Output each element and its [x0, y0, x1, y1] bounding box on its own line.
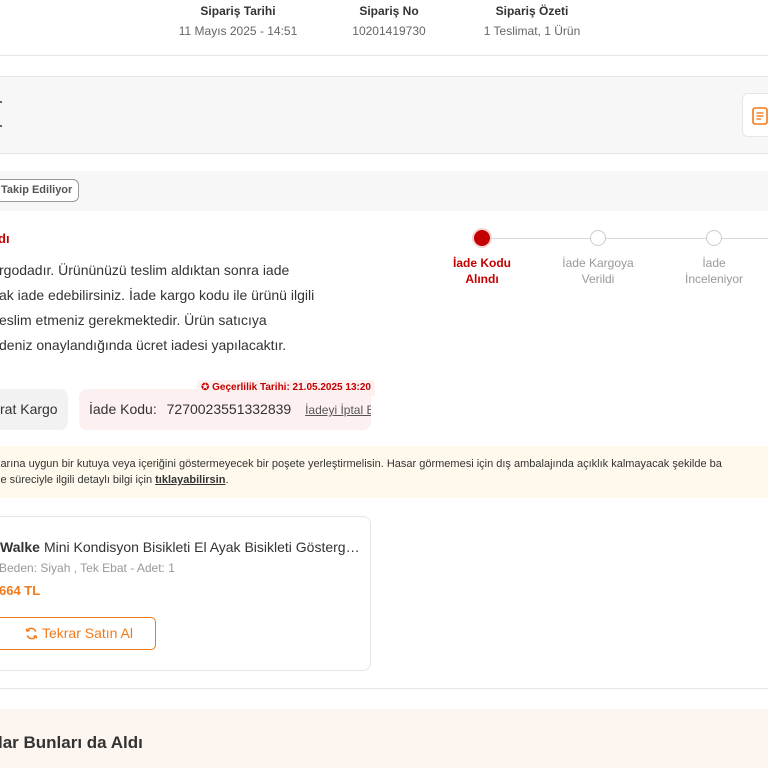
return-description-line: rgodadır. Ürününüzü teslim aldıktan sonr…	[0, 262, 290, 278]
return-code-value: 7270023551332839	[166, 401, 292, 417]
warning-text: le süreciyle ilgili detaylı bilgi için	[0, 474, 156, 486]
order-number-value: 10201419730	[352, 24, 426, 38]
return-code-label: İade Kodu:	[89, 401, 157, 417]
step-reviewing: İade İnceleniyor	[664, 228, 764, 287]
validity-date-badge: ✪ Geçerlilik Tarihi: 21.05.2025 13:20	[197, 380, 375, 396]
step-label-line: Verildi	[581, 272, 615, 286]
product-title[interactable]: Walke Mini Kondisyon Bisikleti El Ayak Bi…	[0, 539, 360, 555]
step-dot	[706, 230, 722, 246]
order-date-value: 11 Mayıs 2025 - 14:51	[178, 24, 298, 38]
packaging-warning: larına uygun bir kutuya veya içeriğini g…	[0, 446, 768, 498]
invoice-button[interactable]	[742, 93, 768, 137]
return-description-line: eslim etmeniz gerekmektedir. Ürün satıcı…	[0, 312, 267, 328]
step-label-line: İade Kargoya	[562, 256, 634, 270]
tracking-badge: Takip Ediliyor	[0, 179, 80, 202]
step-label: İade Kargoya Verildi	[548, 255, 648, 287]
step-dot	[474, 230, 490, 246]
return-status-title: dı	[0, 231, 10, 246]
order-number: Sipariş No 10201419730	[339, 4, 439, 39]
product-brand: Walke	[0, 539, 40, 555]
warning-text: .	[225, 474, 229, 486]
cancel-return-link[interactable]: İadeyi İptal Et	[305, 403, 371, 417]
section-divider	[0, 688, 768, 689]
product-variant: Beden: Siyah , Tek Ebat - Adet: 1	[0, 561, 175, 575]
truncated-text-mark	[0, 101, 2, 103]
return-description: rgodadır. Ürününüzü teslim aldıktan sonr…	[0, 258, 329, 358]
return-progress-steps: İade Kodu Alındı İade Kargoya Verildi İa…	[440, 228, 768, 298]
step-label-line: Alındı	[465, 272, 499, 286]
step-label-line: İade Kodu	[452, 256, 511, 270]
order-date-label: Sipariş Tarihi	[200, 4, 276, 18]
step-code-received: İade Kodu Alındı	[432, 228, 532, 287]
refresh-icon	[25, 627, 38, 640]
order-header: Sipariş Tarihi 11 Mayıs 2025 - 14:51 Sip…	[0, 0, 768, 56]
step-dot	[590, 230, 606, 246]
warning-line: le süreciyle ilgili detaylı bilgi için t…	[0, 472, 229, 488]
return-description-line: deniz onaylandığında ücret iadesi yapıla…	[0, 337, 287, 353]
status-strip	[0, 171, 768, 211]
step-label-line: İnceleniyor	[684, 272, 744, 286]
step-label: İade Kodu Alındı	[432, 255, 532, 287]
rebuy-label: Tekrar Satın Al	[41, 625, 134, 641]
suggestions-title: lar Bunları da Aldı	[0, 733, 143, 752]
return-description-line: ak iade edebilirsiniz. İade kargo kodu i…	[0, 287, 315, 303]
warning-line: larına uygun bir kutuya veya içeriğini g…	[0, 458, 722, 470]
order-date: Sipariş Tarihi 11 Mayıs 2025 - 14:51	[178, 4, 298, 39]
delivery-band	[0, 76, 768, 154]
step-label-line: İade	[702, 256, 726, 270]
order-number-label: Sipariş No	[359, 4, 419, 18]
order-summary-value: 1 Teslimat, 1 Ürün	[483, 24, 581, 38]
order-summary-label: Sipariş Özeti	[495, 4, 569, 18]
document-icon	[752, 107, 768, 125]
order-summary: Sipariş Özeti 1 Teslimat, 1 Ürün	[472, 4, 592, 39]
step-label: İade İnceleniyor	[664, 255, 764, 287]
step-shipped: İade Kargoya Verildi	[548, 228, 648, 287]
rebuy-button[interactable]: Tekrar Satın Al	[0, 617, 156, 650]
product-price: 664 TL	[0, 583, 41, 598]
details-link[interactable]: tıklayabilirsin	[155, 474, 225, 486]
carrier-name: rat Kargo	[0, 389, 68, 430]
truncated-text-mark	[0, 125, 2, 127]
product-name: Mini Kondisyon Bisikleti El Ayak Bisikle…	[43, 539, 360, 555]
